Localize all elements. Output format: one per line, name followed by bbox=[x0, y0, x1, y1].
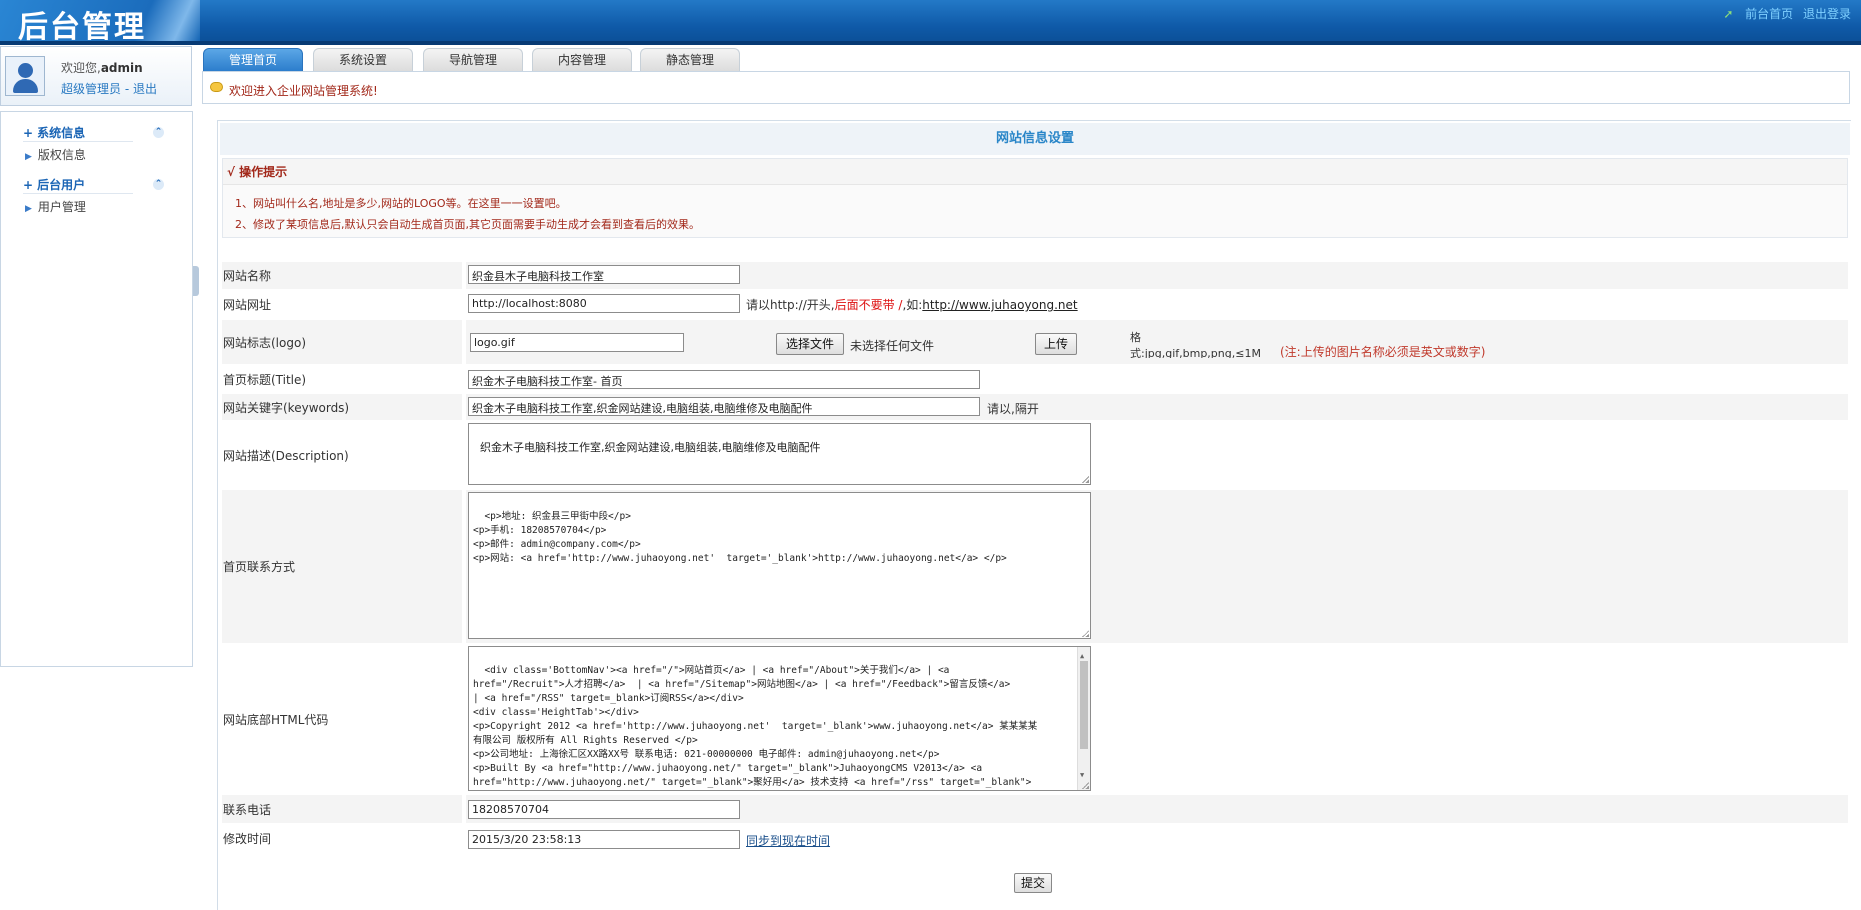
resize-handle-icon[interactable] bbox=[1082, 476, 1089, 483]
tip-line: 2、修改了某项信息后,默认只会自动生成首页面,其它页面需要手动生成才会看到查看后… bbox=[235, 218, 700, 231]
logo-format-note: 格式:jpg,gif,bmp,png,≤1M bbox=[1130, 331, 1261, 358]
collapse-icon[interactable]: ⌃ bbox=[153, 127, 164, 138]
tab-system-settings[interactable]: 系统设置 bbox=[313, 48, 413, 71]
sidebar-group-admin-users[interactable]: + 后台用户 bbox=[23, 176, 85, 193]
sidebar-group-system-info[interactable]: + 系统信息 bbox=[23, 124, 85, 141]
tip-line: 1、网站叫什么名,地址是多少,网站的LOGO等。在这里一一设置吧。 bbox=[235, 197, 567, 210]
resize-handle-icon[interactable] bbox=[1082, 782, 1089, 789]
contact-textarea[interactable]: <p>地址: 织金县三甲街中段</p> <p>手机: 18208570704</… bbox=[468, 492, 1091, 639]
username: admin bbox=[100, 61, 143, 75]
sidebar-item-copyright[interactable]: ▶ 版权信息 bbox=[25, 146, 86, 163]
role-logout-link[interactable]: 超级管理员 - 退出 bbox=[61, 80, 157, 97]
example-url-link[interactable]: http://www.juhaoyong.net bbox=[922, 298, 1077, 312]
submit-button[interactable]: 提交 bbox=[1014, 873, 1052, 893]
tab-content[interactable]: 内容管理 bbox=[532, 48, 632, 71]
scroll-down-icon[interactable]: ▼ bbox=[1080, 768, 1084, 782]
frontend-home-link[interactable]: 前台首页 bbox=[1745, 7, 1793, 21]
top-links: ➚ 前台首页 退出登录 bbox=[1723, 5, 1851, 22]
sidebar-item-user-management[interactable]: ▶ 用户管理 bbox=[25, 198, 86, 215]
header-divider bbox=[0, 41, 1861, 45]
keywords-input[interactable]: 织金木子电脑科技工作室,织金网站建设,电脑组装,电脑维修及电脑配件 bbox=[468, 397, 980, 416]
upload-button[interactable]: 上传 bbox=[1035, 333, 1077, 355]
tips-box: √ 操作提示 1、网站叫什么名,地址是多少,网站的LOGO等。在这里一一设置吧。… bbox=[222, 158, 1848, 238]
speech-bubble-icon bbox=[210, 82, 223, 92]
logo-filename-input[interactable]: logo.gif bbox=[470, 333, 684, 352]
no-file-text: 未选择任何文件 bbox=[850, 339, 935, 353]
row-home-title: 首页标题(Title) bbox=[222, 364, 1848, 393]
sidebar-toggle-handle[interactable] bbox=[193, 266, 199, 296]
footer-html-textarea[interactable]: <div class='BottomNav'><a href="/">网站首页<… bbox=[468, 646, 1091, 791]
tips-title: √ 操作提示 bbox=[223, 159, 1847, 185]
sidebar: + 系统信息 ⌃ ▶ 版权信息 + 后台用户 ⌃ ▶ 用户管理 bbox=[0, 111, 193, 667]
phone-input[interactable]: 18208570704 bbox=[468, 800, 740, 819]
avatar bbox=[5, 56, 45, 96]
welcome-text: 欢迎您,admin bbox=[61, 61, 143, 75]
logout-link[interactable]: 退出登录 bbox=[1803, 7, 1851, 21]
site-name-input[interactable]: 织金县木子电脑科技工作室 bbox=[468, 265, 740, 284]
row-phone: 联系电话 bbox=[222, 794, 1848, 823]
user-icon bbox=[18, 63, 33, 78]
site-url-hint: 请以http://开头,后面不要带 /,如:http://www.juhaoyo… bbox=[746, 298, 1078, 312]
site-url-input[interactable]: http://localhost:8080 bbox=[468, 294, 740, 313]
user-panel: 欢迎您,admin 超级管理员 - 退出 bbox=[0, 46, 192, 106]
page-title: 网站信息设置 bbox=[220, 123, 1850, 155]
scrollbar[interactable]: ▲ ▼ bbox=[1077, 647, 1090, 790]
choose-file-button[interactable]: 选择文件 bbox=[776, 333, 844, 355]
home-arrow-icon: ➚ bbox=[1723, 7, 1734, 21]
sync-time-link[interactable]: 同步到现在时间 bbox=[746, 832, 830, 849]
scrollbar-thumb[interactable] bbox=[1080, 661, 1088, 749]
resize-handle-icon[interactable] bbox=[1082, 630, 1089, 637]
notice-text: 欢迎进入企业网站管理系统! bbox=[229, 84, 378, 98]
top-header: 后台管理 ➚ 前台首页 退出登录 bbox=[0, 0, 1861, 45]
tab-static[interactable]: 静态管理 bbox=[640, 48, 740, 71]
modified-time-input[interactable]: 2015/3/20 23:58:13 bbox=[468, 830, 740, 849]
arrow-right-icon: ▶ bbox=[25, 204, 32, 214]
logo-warning: (注:上传的图片名称必须是英文或数字) bbox=[1280, 345, 1486, 359]
tab-admin-home[interactable]: 管理首页 bbox=[203, 48, 303, 71]
arrow-right-icon: ▶ bbox=[25, 152, 32, 162]
logo-text: 后台管理 bbox=[18, 10, 146, 45]
row-modified-time: 修改时间 bbox=[222, 823, 1848, 853]
tab-navigation[interactable]: 导航管理 bbox=[423, 48, 523, 71]
row-site-name: 网站名称 bbox=[222, 261, 1848, 289]
collapse-icon[interactable]: ⌃ bbox=[153, 179, 164, 190]
home-title-input[interactable]: 织金木子电脑科技工作室- 首页 bbox=[468, 370, 980, 389]
description-textarea[interactable]: 织金木子电脑科技工作室,织金网站建设,电脑组装,电脑维修及电脑配件 bbox=[468, 423, 1091, 485]
logo: 后台管理 bbox=[0, 0, 200, 45]
keywords-hint: 请以,隔开 bbox=[987, 402, 1039, 416]
notice-bar: 欢迎进入企业网站管理系统! bbox=[202, 71, 1850, 104]
